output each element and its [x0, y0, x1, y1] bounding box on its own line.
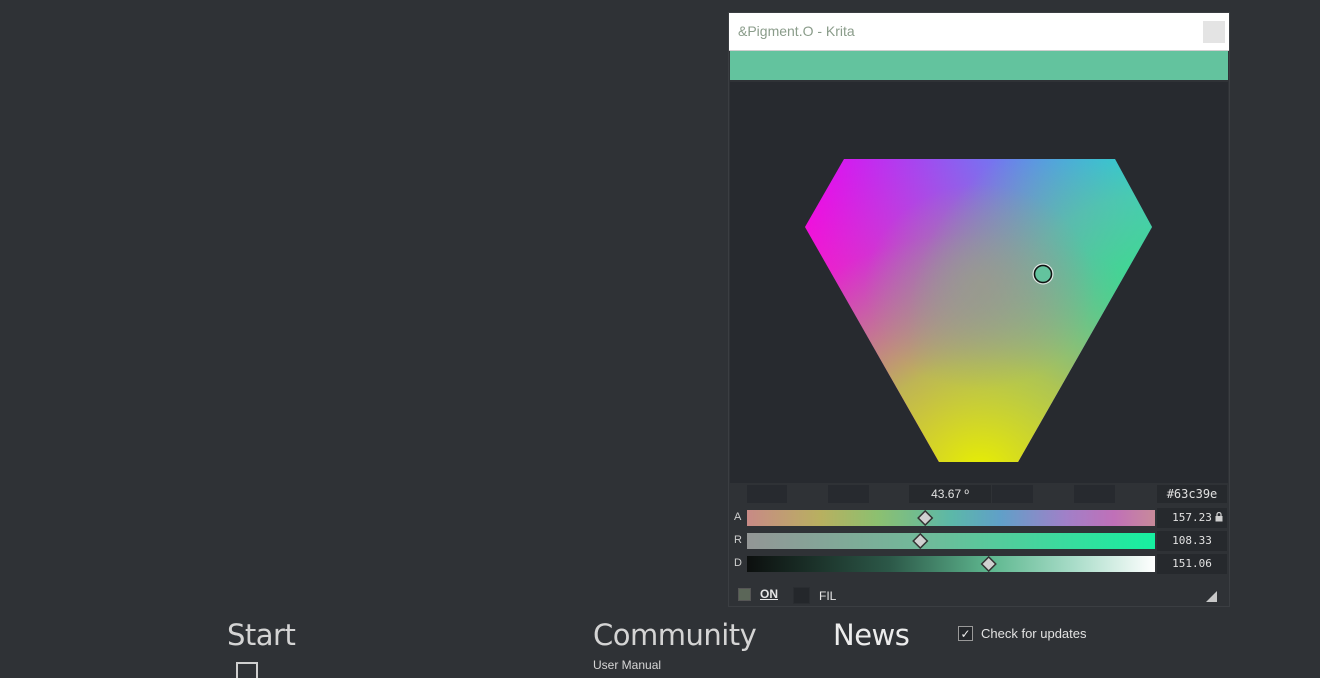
new-file-icon[interactable]	[236, 662, 258, 678]
slider-row-r: R 108.33	[729, 531, 1229, 551]
hex-value-field[interactable]: #63c39e	[1157, 485, 1227, 503]
resize-grip-icon[interactable]	[1206, 591, 1217, 602]
slider-label-r: R	[734, 534, 742, 546]
color-cursor[interactable]	[1033, 264, 1053, 284]
on-toggle-box[interactable]	[738, 587, 751, 601]
slider-row-d: D 151.06	[729, 554, 1229, 574]
lock-icon[interactable]	[1215, 512, 1223, 522]
slider-row-a: A 157.23	[729, 508, 1229, 528]
hue-angle-value[interactable]: 43.67 º	[909, 485, 991, 503]
on-toggle[interactable]: ON	[738, 587, 778, 601]
close-icon[interactable]	[1203, 21, 1225, 43]
bottom-toolbar: ON FIL	[729, 584, 1229, 606]
check-updates-checkbox[interactable]: ✓ Check for updates	[958, 626, 1087, 641]
fil-toggle-label: FIL	[819, 588, 837, 603]
fil-toggle-box[interactable]	[793, 587, 810, 604]
start-heading: Start	[227, 618, 296, 652]
slider-d[interactable]	[747, 554, 1155, 574]
slider-d-value[interactable]: 151.06	[1157, 554, 1227, 574]
slider-r-value[interactable]: 108.33	[1157, 531, 1227, 551]
slider-label-d: D	[734, 557, 742, 569]
slider-label-a: A	[734, 511, 742, 523]
slider-r[interactable]	[747, 531, 1155, 551]
color-selector-panel[interactable]	[730, 82, 1228, 483]
on-toggle-label: ON	[760, 587, 778, 601]
current-color-swatch[interactable]	[730, 51, 1228, 80]
pigmento-docker: &Pigment.O - Krita 43.67 º #63c39e A 157…	[729, 13, 1229, 606]
checkmark-icon[interactable]: ✓	[958, 626, 973, 641]
title-bar[interactable]: &Pigment.O - Krita	[729, 13, 1229, 51]
community-heading: Community	[593, 618, 757, 652]
slider-a[interactable]	[747, 508, 1155, 528]
fil-toggle[interactable]: FIL	[793, 587, 836, 604]
news-heading: News	[833, 618, 910, 652]
color-selector-svg[interactable]	[730, 82, 1228, 483]
slider-a-value[interactable]: 157.23	[1157, 508, 1227, 528]
hue-hex-row: 43.67 º #63c39e	[729, 485, 1229, 505]
check-updates-label: Check for updates	[981, 626, 1087, 641]
window-title: &Pigment.O - Krita	[738, 23, 855, 39]
